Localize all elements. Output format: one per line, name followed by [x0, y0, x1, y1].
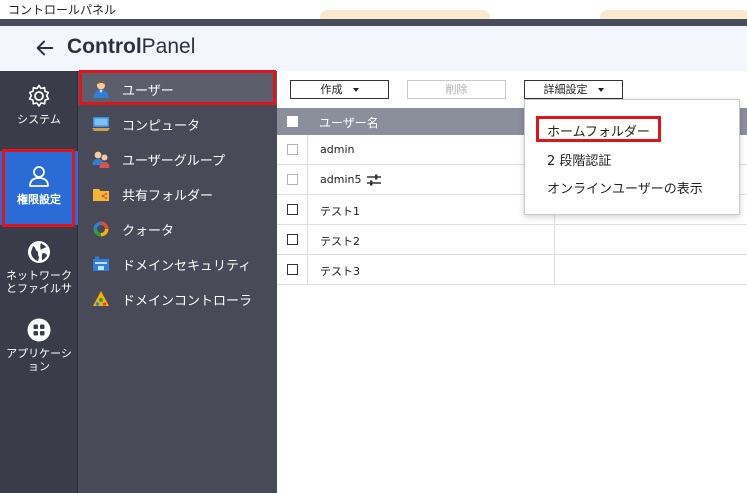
rail-item-system[interactable]: システム: [0, 83, 78, 143]
submenu-label: ドメインセキュリティ: [122, 259, 252, 274]
submenu-item-users[interactable]: ユーザー: [78, 72, 277, 105]
rail-item-applications[interactable]: アプリケーシ ョン: [0, 317, 78, 377]
submenu-label: 共有フォルダー: [122, 189, 214, 204]
sub-nav-menu: ユーザー コンピュータ ユーザーグループ 共有フォルダー クォータ ドメインセキ…: [78, 71, 277, 493]
column-divider: [307, 195, 308, 225]
rail-item-label-line1: アプリケーシ: [6, 347, 72, 360]
rail-item-network-file[interactable]: ネットワーク とファイルサ: [0, 239, 78, 299]
row-username: テスト1: [320, 205, 360, 218]
column-divider: [307, 225, 308, 255]
column-divider: [307, 255, 308, 285]
back-button[interactable]: [34, 34, 58, 62]
column-divider: [307, 165, 308, 195]
apps-grid-icon: [27, 318, 51, 342]
arrow-left-icon: [36, 40, 54, 56]
page-title-light: Panel: [141, 35, 196, 58]
main-nav-rail: システム 権限設定 ネットワーク とファイルサ アプリケーシ ョン: [0, 71, 78, 493]
create-button[interactable]: 作成: [290, 80, 389, 99]
submenu-label: ユーザー: [122, 84, 174, 99]
gear-icon: [28, 84, 50, 107]
computer-icon: [92, 117, 110, 131]
submenu-label: ドメインコントローラ: [122, 294, 253, 309]
column-divider: [554, 225, 555, 255]
row-checkbox[interactable]: [287, 204, 298, 215]
column-divider: [307, 135, 308, 165]
submenu-item-domain-controller[interactable]: ドメインコントローラ: [78, 282, 277, 315]
delete-button-label: 削除: [445, 83, 468, 96]
rail-item-permissions[interactable]: 権限設定: [0, 151, 78, 225]
quota-icon: [93, 221, 109, 237]
row-checkbox[interactable]: [287, 174, 298, 185]
table-row[interactable]: テスト3: [277, 255, 747, 285]
row-username: admin: [320, 143, 355, 156]
rail-item-label-line2: とファイルサ: [6, 282, 72, 295]
advanced-settings-button[interactable]: 詳細設定: [524, 80, 623, 99]
shared-folder-icon: [93, 189, 109, 201]
page-title-bold: Control: [67, 35, 142, 58]
create-button-label: 作成: [320, 83, 343, 96]
column-divider: [554, 255, 555, 285]
row-checkbox[interactable]: [287, 264, 298, 275]
row-username: テスト3: [320, 265, 360, 278]
rail-item-label-line1: ネットワーク: [6, 269, 72, 282]
page-title: ControlPanel: [67, 35, 195, 59]
row-checkbox[interactable]: [287, 234, 298, 245]
row-checkbox[interactable]: [287, 144, 298, 155]
column-header-username[interactable]: ユーザー名: [319, 114, 379, 131]
advanced-settings-label: 詳細設定: [543, 83, 588, 96]
app-header: ControlPanel: [0, 19, 747, 71]
submenu-label: クォータ: [122, 224, 175, 239]
submenu-item-user-groups[interactable]: ユーザーグループ: [78, 142, 277, 175]
window-title: コントロールパネル: [8, 3, 117, 17]
delete-button[interactable]: 削除: [407, 80, 506, 99]
submenu-label: ユーザーグループ: [122, 154, 225, 169]
chevron-down-icon: [352, 88, 359, 92]
user-group-icon: [92, 151, 110, 168]
rail-item-label: 権限設定: [17, 193, 61, 206]
settings-sliders-icon[interactable]: [366, 173, 382, 187]
submenu-label: コンピュータ: [122, 119, 201, 134]
advanced-settings-menu: ホームフォルダー 2 段階認証 オンラインユーザーの表示: [524, 99, 740, 215]
menu-item-two-step-verification[interactable]: 2 段階認証: [547, 150, 611, 169]
rail-item-label: システム: [17, 113, 61, 126]
menu-item-home-folder[interactable]: ホームフォルダー: [547, 121, 650, 140]
row-username: テスト2: [320, 235, 360, 248]
table-row[interactable]: テスト2: [277, 225, 747, 255]
select-all-checkbox[interactable]: [287, 116, 298, 127]
globe-icon: [28, 241, 50, 263]
window-titlebar: コントロールパネル: [0, 0, 747, 24]
chevron-down-icon: [597, 88, 604, 92]
submenu-item-domain-security[interactable]: ドメインセキュリティ: [78, 247, 277, 280]
domain-controller-icon: [93, 291, 109, 306]
submenu-item-computers[interactable]: コンピュータ: [78, 107, 277, 140]
menu-item-online-users[interactable]: オンラインユーザーの表示: [547, 178, 703, 197]
user-person-icon: [93, 81, 109, 98]
user-icon: [29, 166, 49, 187]
domain-security-icon: [93, 256, 109, 271]
rail-item-label-line2: ョン: [28, 360, 50, 373]
submenu-item-shared-folders[interactable]: 共有フォルダー: [78, 177, 277, 210]
submenu-item-quota[interactable]: クォータ: [78, 212, 277, 245]
row-username: admin5: [320, 173, 362, 186]
